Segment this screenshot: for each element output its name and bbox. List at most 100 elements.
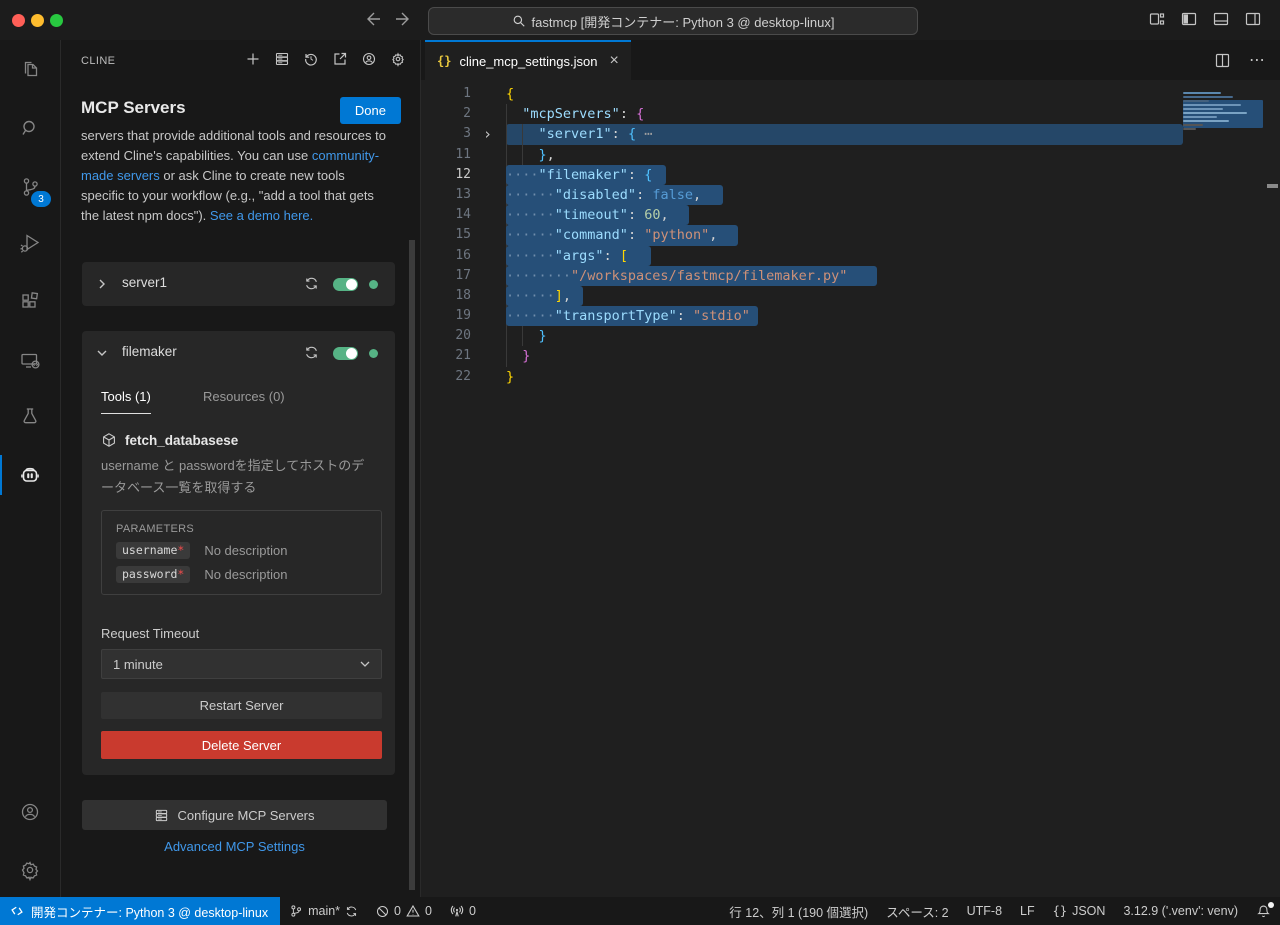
minimize-window-button[interactable]: [31, 14, 44, 27]
line-number-gutter[interactable]: 16: [421, 246, 506, 266]
line-number-gutter[interactable]: 3 ›: [421, 124, 506, 144]
chevron-right-icon[interactable]: [96, 278, 108, 290]
code-line[interactable]: 12 ····"filemaker": {: [421, 164, 1280, 185]
command-center-search[interactable]: fastmcp [開発コンテナー: Python 3 @ desktop-lin…: [428, 7, 918, 35]
back-arrow-icon[interactable]: [362, 9, 382, 29]
code-text[interactable]: ······"transportType": "stdio": [506, 306, 1280, 327]
configure-mcp-servers-button[interactable]: Configure MCP Servers: [82, 800, 387, 830]
python-interpreter-item[interactable]: 3.12.9 ('.venv': venv): [1114, 897, 1247, 925]
restart-sync-icon[interactable]: [304, 276, 319, 291]
history-icon[interactable]: [303, 51, 319, 67]
git-branch-item[interactable]: main*: [280, 897, 367, 925]
line-number-gutter[interactable]: 21: [421, 346, 506, 366]
line-number-gutter[interactable]: 19: [421, 306, 506, 326]
code-text[interactable]: ······"command": "python",: [506, 225, 1280, 246]
code-line[interactable]: 18 ······],: [421, 285, 1280, 307]
code-text[interactable]: ····"filemaker": {: [506, 164, 1280, 185]
add-server-icon[interactable]: [245, 51, 261, 67]
code-editor[interactable]: 1{2 "mcpServers": {3 › "server1": { ⋯ 11 }…: [421, 84, 1280, 897]
code-line[interactable]: 3 › "server1": { ⋯: [421, 124, 1280, 145]
extensions-icon[interactable]: [0, 277, 59, 325]
code-text[interactable]: ······"args": [: [506, 245, 1280, 266]
accounts-icon[interactable]: [0, 788, 59, 836]
source-control-icon[interactable]: 3: [0, 163, 59, 211]
code-text[interactable]: "server1": { ⋯: [506, 124, 1280, 145]
code-line[interactable]: 2 "mcpServers": {: [421, 104, 1280, 125]
code-text[interactable]: ······"timeout": 60,: [506, 205, 1280, 226]
code-line[interactable]: 1{: [421, 84, 1280, 104]
toggle-panel-icon[interactable]: [1212, 10, 1230, 28]
notifications-item[interactable]: [1247, 897, 1280, 925]
tab-tools[interactable]: Tools (1): [101, 389, 151, 414]
code-text[interactable]: },: [506, 144, 1280, 165]
indentation-item[interactable]: スペース: 2: [877, 897, 957, 925]
code-line[interactable]: 17 ········"/workspaces/fastmcp/filemaker…: [421, 265, 1280, 286]
sidebar-scrollbar[interactable]: [409, 240, 415, 890]
line-number-gutter[interactable]: 22: [421, 367, 506, 387]
code-line[interactable]: 13 ······"disabled": false,: [421, 184, 1280, 206]
remote-indicator[interactable]: 開発コンテナー: Python 3 @ desktop-linux: [0, 897, 281, 925]
chevron-down-icon[interactable]: [96, 347, 108, 359]
line-number-gutter[interactable]: 15: [421, 225, 506, 245]
search-icon[interactable]: [0, 104, 59, 152]
line-number-gutter[interactable]: 18: [421, 286, 506, 306]
line-number-gutter[interactable]: 13: [421, 185, 506, 205]
account-icon[interactable]: [361, 51, 377, 67]
settings-gear-icon[interactable]: [390, 51, 406, 67]
code-text[interactable]: }: [506, 367, 1280, 387]
testing-icon[interactable]: [0, 392, 59, 440]
line-number-gutter[interactable]: 14: [421, 205, 506, 225]
split-editor-icon[interactable]: [1214, 52, 1231, 69]
restart-sync-icon[interactable]: [304, 345, 319, 360]
toggle-sidebar-icon[interactable]: [1180, 10, 1198, 28]
close-window-button[interactable]: [12, 14, 25, 27]
fold-chevron-icon[interactable]: ›: [483, 124, 492, 144]
problems-item[interactable]: 0 0: [367, 897, 441, 925]
code-line[interactable]: 19 ······"transportType": "stdio": [421, 306, 1280, 327]
demo-link[interactable]: See a demo here.: [210, 208, 313, 223]
customize-layout-icon[interactable]: [1148, 10, 1166, 28]
line-number-gutter[interactable]: 12: [421, 165, 506, 185]
forward-arrow-icon[interactable]: [394, 9, 414, 29]
server-enabled-toggle[interactable]: [333, 347, 358, 360]
code-line[interactable]: 22}: [421, 367, 1280, 387]
code-line[interactable]: 15 ······"command": "python",: [421, 225, 1280, 246]
code-line[interactable]: 21 }: [421, 346, 1280, 367]
minimap[interactable]: [1183, 90, 1263, 140]
maximize-window-button[interactable]: [50, 14, 63, 27]
line-number-gutter[interactable]: 1: [421, 84, 506, 104]
code-text[interactable]: ········"/workspaces/fastmcp/filemaker.p…: [506, 265, 1280, 286]
tab-cline-mcp-settings[interactable]: {} cline_mcp_settings.json ×: [425, 40, 631, 80]
code-line[interactable]: 20 }: [421, 326, 1280, 347]
toggle-secondary-sidebar-icon[interactable]: [1244, 10, 1262, 28]
remote-explorer-icon[interactable]: [0, 337, 59, 385]
code-text[interactable]: "mcpServers": {: [506, 104, 1280, 125]
line-number-gutter[interactable]: 2: [421, 104, 506, 124]
code-text[interactable]: }: [506, 346, 1280, 367]
code-line[interactable]: 16 ······"args": [: [421, 245, 1280, 266]
encoding-item[interactable]: UTF-8: [958, 897, 1011, 925]
close-icon[interactable]: ×: [609, 52, 618, 70]
server-card-server1[interactable]: server1: [82, 262, 395, 306]
more-actions-icon[interactable]: ⋯: [1249, 50, 1266, 70]
delete-server-button[interactable]: Delete Server: [101, 731, 382, 759]
settings-gear-icon[interactable]: [0, 846, 59, 894]
ports-item[interactable]: 0: [441, 897, 485, 925]
line-number-gutter[interactable]: 20: [421, 326, 506, 346]
open-external-icon[interactable]: [332, 51, 348, 67]
tab-resources[interactable]: Resources (0): [203, 389, 285, 404]
line-number-gutter[interactable]: 17: [421, 266, 506, 286]
explorer-icon[interactable]: [0, 45, 59, 93]
language-mode-item[interactable]: {} JSON: [1044, 897, 1115, 925]
code-text[interactable]: ······],: [506, 285, 1280, 307]
mcp-servers-icon[interactable]: [274, 51, 290, 67]
code-line[interactable]: 11 },: [421, 144, 1280, 165]
code-text[interactable]: ······"disabled": false,: [506, 184, 1280, 206]
code-text[interactable]: {: [506, 84, 1280, 104]
restart-server-button[interactable]: Restart Server: [101, 692, 382, 719]
line-number-gutter[interactable]: 11: [421, 145, 506, 165]
advanced-mcp-settings-link[interactable]: Advanced MCP Settings: [82, 839, 387, 854]
request-timeout-select[interactable]: 1 minute: [101, 649, 382, 679]
cursor-position-item[interactable]: 行 12、列 1 (190 個選択): [720, 897, 877, 925]
done-button[interactable]: Done: [339, 97, 401, 124]
